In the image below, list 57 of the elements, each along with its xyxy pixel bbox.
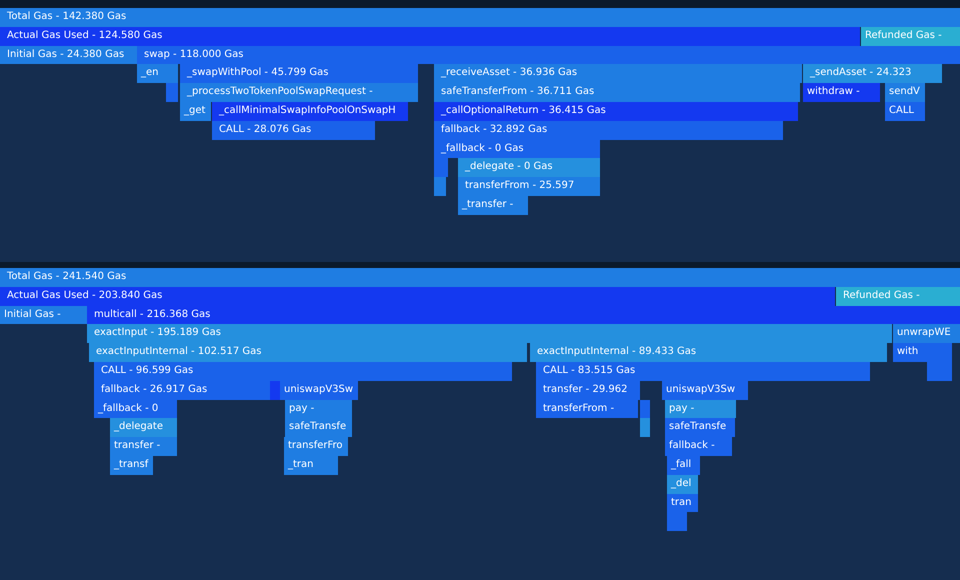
flame-bar[interactable]: sendV: [885, 83, 925, 102]
flame-bar[interactable]: [667, 512, 687, 532]
flame-bar[interactable]: unwrapWE: [893, 324, 960, 344]
flame-bar[interactable]: transfer -: [110, 437, 177, 456]
flame-bar[interactable]: uniswapV3Sw: [280, 380, 358, 400]
flame-bar[interactable]: CALL: [885, 102, 925, 121]
flame-bar[interactable]: safeTransferFrom - 36.711 Gas: [434, 83, 800, 102]
flame-bar[interactable]: [640, 400, 650, 418]
flame-bar[interactable]: tran: [667, 494, 698, 512]
flame-bar[interactable]: Initial Gas - 24.380 Gas: [0, 46, 137, 64]
flame-bar[interactable]: fallback - 26.917 Gas: [94, 380, 270, 400]
flame-bar[interactable]: Total Gas - 142.380 Gas: [0, 8, 960, 27]
flame-bar[interactable]: _receiveAsset - 36.936 Gas: [434, 64, 802, 84]
flame-bar[interactable]: safeTransfe: [285, 418, 352, 438]
flame-bar[interactable]: _en: [137, 64, 178, 84]
flame-bar[interactable]: _callMinimalSwapInfoPoolOnSwapH: [212, 102, 408, 121]
flame-bar[interactable]: _callOptionalReturn - 36.415 Gas: [434, 102, 798, 121]
flame-bar[interactable]: fallback -: [665, 437, 732, 456]
flame-bar[interactable]: CALL - 96.599 Gas: [94, 362, 512, 381]
flame-bar[interactable]: Total Gas - 241.540 Gas: [0, 268, 960, 287]
flame-bar[interactable]: Initial Gas -: [0, 306, 87, 324]
flame-bar[interactable]: exactInput - 195.189 Gas: [87, 324, 892, 344]
flame-bar[interactable]: uniswapV3Sw: [662, 380, 748, 400]
flame-bar[interactable]: Refunded Gas -: [861, 26, 960, 46]
flame-bar[interactable]: _sendAsset - 24.323: [803, 64, 942, 84]
flame-bar[interactable]: transferFrom -: [536, 400, 638, 418]
flame-bar[interactable]: _processTwoTokenPoolSwapRequest -: [180, 83, 418, 102]
flame-bar[interactable]: swap - 118.000 Gas: [137, 46, 960, 64]
flame-bar[interactable]: Refunded Gas -: [836, 286, 960, 306]
flame-bar[interactable]: withdraw -: [803, 83, 880, 102]
flame-bar[interactable]: _swapWithPool - 45.799 Gas: [180, 64, 418, 84]
flame-bar[interactable]: pay -: [285, 400, 352, 418]
flame-bar[interactable]: transferFrom - 25.597: [458, 177, 600, 196]
flame-bar[interactable]: _transf: [110, 456, 153, 475]
flame-bar[interactable]: _get: [180, 102, 211, 121]
flame-bar[interactable]: CALL - 83.515 Gas: [536, 362, 870, 381]
flame-bar[interactable]: _delegate: [110, 418, 177, 438]
flame-bar[interactable]: _delegate - 0 Gas: [458, 158, 600, 178]
flame-bar[interactable]: transfer - 29.962: [536, 380, 640, 400]
flame-bar[interactable]: transferFro: [284, 437, 348, 456]
flame-bar[interactable]: [640, 418, 650, 438]
flame-bar[interactable]: multicall - 216.368 Gas: [87, 306, 960, 324]
flame-bar[interactable]: with: [893, 343, 927, 362]
flame-bar[interactable]: Actual Gas Used - 203.840 Gas: [0, 286, 835, 306]
flame-bar[interactable]: _fallback - 0: [94, 400, 177, 418]
flame-bar[interactable]: exactInputInternal - 102.517 Gas: [89, 343, 527, 362]
flame-bar[interactable]: _tran: [284, 456, 338, 475]
flame-bar[interactable]: Actual Gas Used - 124.580 Gas: [0, 26, 860, 46]
flame-bar[interactable]: _fall: [667, 456, 700, 475]
flame-bar[interactable]: exactInputInternal - 89.433 Gas: [530, 343, 887, 362]
flame-bar[interactable]: pay -: [665, 400, 736, 418]
flame-bar[interactable]: _transfer -: [458, 196, 528, 215]
flame-bar[interactable]: CALL - 28.076 Gas: [212, 120, 375, 140]
flame-bar[interactable]: _fallback - 0 Gas: [434, 140, 600, 158]
flame-bar[interactable]: fallback - 32.892 Gas: [434, 120, 783, 140]
flame-bar[interactable]: _del: [667, 474, 698, 494]
flame-bar[interactable]: safeTransfe: [665, 418, 735, 438]
